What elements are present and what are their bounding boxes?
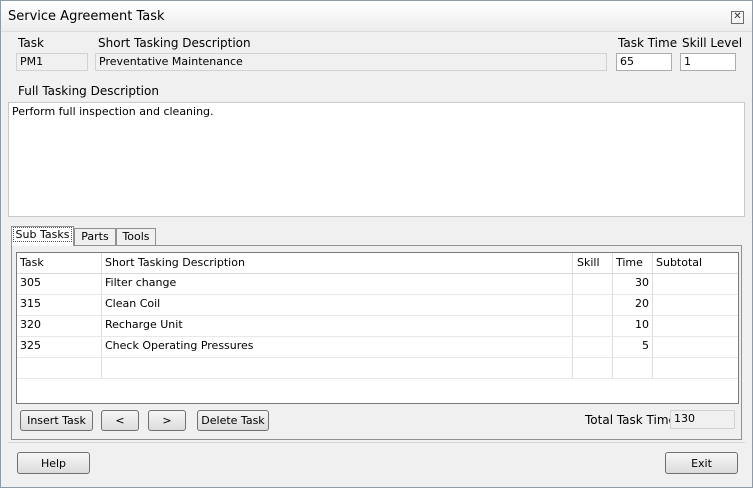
row-description: Recharge Unit bbox=[105, 318, 183, 331]
tab-sub-tasks[interactable]: Sub Tasks bbox=[11, 226, 74, 246]
tab-sub-tasks-label: Sub Tasks bbox=[12, 227, 73, 242]
row-task-code: 305 bbox=[20, 276, 41, 289]
column-header-time[interactable]: Time bbox=[616, 253, 643, 273]
column-header-skill[interactable]: Skill bbox=[577, 253, 600, 273]
footer-divider bbox=[8, 442, 745, 443]
insert-task-button[interactable]: Insert Task bbox=[20, 410, 93, 431]
next-button[interactable]: > bbox=[148, 410, 186, 431]
row-task-code: 320 bbox=[20, 318, 41, 331]
row-task-code: 315 bbox=[20, 297, 41, 310]
short-description-label: Short Tasking Description bbox=[98, 36, 251, 50]
row-time: 5 bbox=[642, 339, 649, 352]
new-row[interactable] bbox=[17, 357, 738, 378]
row-description: Clean Coil bbox=[105, 297, 161, 310]
column-header-description[interactable]: Short Tasking Description bbox=[105, 253, 245, 273]
skill-level-label: Skill Level bbox=[682, 36, 743, 50]
service-agreement-task-window: Service Agreement Task ✕ Task PM1 Short … bbox=[0, 0, 753, 488]
title-bar: Service Agreement Task ✕ bbox=[1, 1, 752, 32]
tab-parts[interactable]: Parts bbox=[74, 228, 116, 246]
delete-task-button[interactable]: Delete Task bbox=[197, 410, 269, 431]
row-task-code: 325 bbox=[20, 339, 41, 352]
row-time: 30 bbox=[635, 276, 649, 289]
column-header-subtotal[interactable]: Subtotal bbox=[656, 253, 702, 273]
task-time-label: Task Time bbox=[618, 36, 678, 50]
exit-button[interactable]: Exit bbox=[665, 452, 738, 474]
task-label: Task bbox=[18, 36, 44, 50]
close-icon[interactable]: ✕ bbox=[731, 11, 744, 24]
window-title: Service Agreement Task bbox=[8, 9, 165, 24]
column-header-task[interactable]: Task bbox=[20, 253, 44, 273]
row-time: 20 bbox=[635, 297, 649, 310]
short-description-field[interactable]: Preventative Maintenance bbox=[95, 53, 607, 71]
tab-tools[interactable]: Tools bbox=[116, 228, 156, 246]
row-time: 10 bbox=[635, 318, 649, 331]
full-description-label: Full Tasking Description bbox=[18, 84, 159, 98]
grid-header: Task Short Tasking Description Skill Tim… bbox=[17, 253, 738, 274]
task-code-field[interactable]: PM1 bbox=[16, 53, 88, 71]
task-time-field[interactable]: 65 bbox=[616, 53, 672, 71]
row-description: Check Operating Pressures bbox=[105, 339, 254, 352]
sub-tasks-grid[interactable]: Task Short Tasking Description Skill Tim… bbox=[16, 252, 739, 404]
row-divider bbox=[17, 378, 738, 379]
help-button[interactable]: Help bbox=[17, 452, 90, 474]
total-task-time-field: 130 bbox=[670, 410, 735, 429]
full-description-textarea[interactable]: Perform full inspection and cleaning. bbox=[8, 102, 745, 217]
skill-level-field[interactable]: 1 bbox=[680, 53, 736, 71]
total-task-time-label: Total Task Time bbox=[585, 413, 676, 427]
previous-button[interactable]: < bbox=[101, 410, 139, 431]
row-description: Filter change bbox=[105, 276, 177, 289]
